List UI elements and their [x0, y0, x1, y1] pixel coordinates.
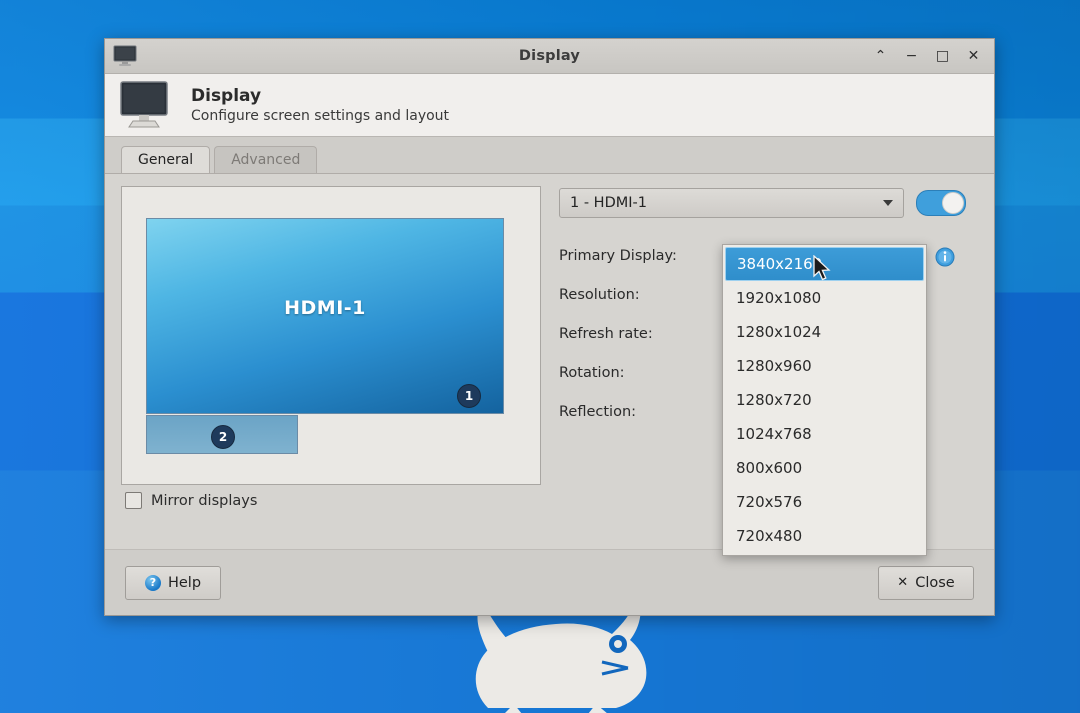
- mirror-displays-checkbox-row[interactable]: Mirror displays: [125, 492, 257, 509]
- info-icon[interactable]: [935, 247, 955, 267]
- window-titlebar[interactable]: Display ⌃ − □ ✕: [105, 39, 994, 74]
- header-texts: Display Configure screen settings and la…: [191, 86, 449, 124]
- close-button-label: Close: [915, 574, 955, 591]
- display-2-badge: 2: [211, 425, 235, 449]
- window-controls: ⌃ − □ ✕: [872, 39, 986, 73]
- dialog-header: Display Configure screen settings and la…: [105, 74, 994, 137]
- display-1-badge: 1: [457, 384, 481, 408]
- minimize-button[interactable]: −: [903, 48, 920, 65]
- display-rect-2[interactable]: 2: [146, 415, 298, 454]
- dialog-footer: ? Help ✕ Close: [105, 549, 994, 615]
- monitor-icon: [113, 45, 137, 66]
- close-dialog-button[interactable]: ✕ Close: [878, 565, 974, 600]
- resolution-option-720x480[interactable]: 720x480: [725, 519, 924, 553]
- tab-general[interactable]: General: [121, 146, 211, 174]
- tabstrip: General Advanced: [105, 137, 994, 174]
- output-selector-combo[interactable]: 1 - HDMI-1: [559, 188, 904, 218]
- toggle-knob: [942, 192, 964, 214]
- maximize-button[interactable]: □: [934, 48, 951, 65]
- display-1-label: HDMI-1: [284, 296, 366, 319]
- resolution-dropdown-list[interactable]: 3840x2160 1920x1080 1280x1024 1280x960 1280x…: [722, 244, 927, 556]
- resolution-option-1920x1080[interactable]: 1920x1080: [725, 281, 924, 315]
- resolution-option-720x576[interactable]: 720x576: [725, 485, 924, 519]
- window-title: Display: [518, 48, 581, 64]
- resolution-option-1280x960[interactable]: 1280x960: [725, 349, 924, 383]
- help-button[interactable]: ? Help: [125, 565, 221, 600]
- tab-advanced[interactable]: Advanced: [214, 146, 318, 174]
- mirror-displays-checkbox[interactable]: [125, 492, 142, 509]
- close-x-icon: ✕: [897, 575, 909, 590]
- mirror-displays-label: Mirror displays: [151, 492, 258, 509]
- page-title: Display: [191, 86, 262, 106]
- shade-button[interactable]: ⌃: [872, 48, 889, 65]
- resolution-option-1024x768[interactable]: 1024x768: [725, 417, 924, 451]
- display-rect-1[interactable]: HDMI-1 1: [146, 218, 504, 414]
- close-button[interactable]: ✕: [965, 48, 982, 65]
- monitor-large-icon: [120, 81, 168, 128]
- page-subtitle: Configure screen settings and layout: [191, 108, 450, 124]
- output-selector-row: 1 - HDMI-1: [559, 188, 978, 218]
- display-layout-preview[interactable]: HDMI-1 1 2: [121, 186, 541, 485]
- screen: Display ⌃ − □ ✕ Display Configure screen…: [0, 0, 1080, 713]
- help-button-label: Help: [167, 574, 202, 591]
- resolution-option-1280x1024[interactable]: 1280x1024: [725, 315, 924, 349]
- resolution-option-3840x2160[interactable]: 3840x2160: [725, 247, 924, 281]
- output-enable-toggle[interactable]: [916, 190, 966, 216]
- help-icon: ?: [144, 574, 161, 591]
- resolution-option-1280x720[interactable]: 1280x720: [725, 383, 924, 417]
- output-selector-value: 1 - HDMI-1: [570, 195, 647, 211]
- resolution-option-800x600[interactable]: 800x600: [725, 451, 924, 485]
- chevron-down-icon: [883, 200, 893, 206]
